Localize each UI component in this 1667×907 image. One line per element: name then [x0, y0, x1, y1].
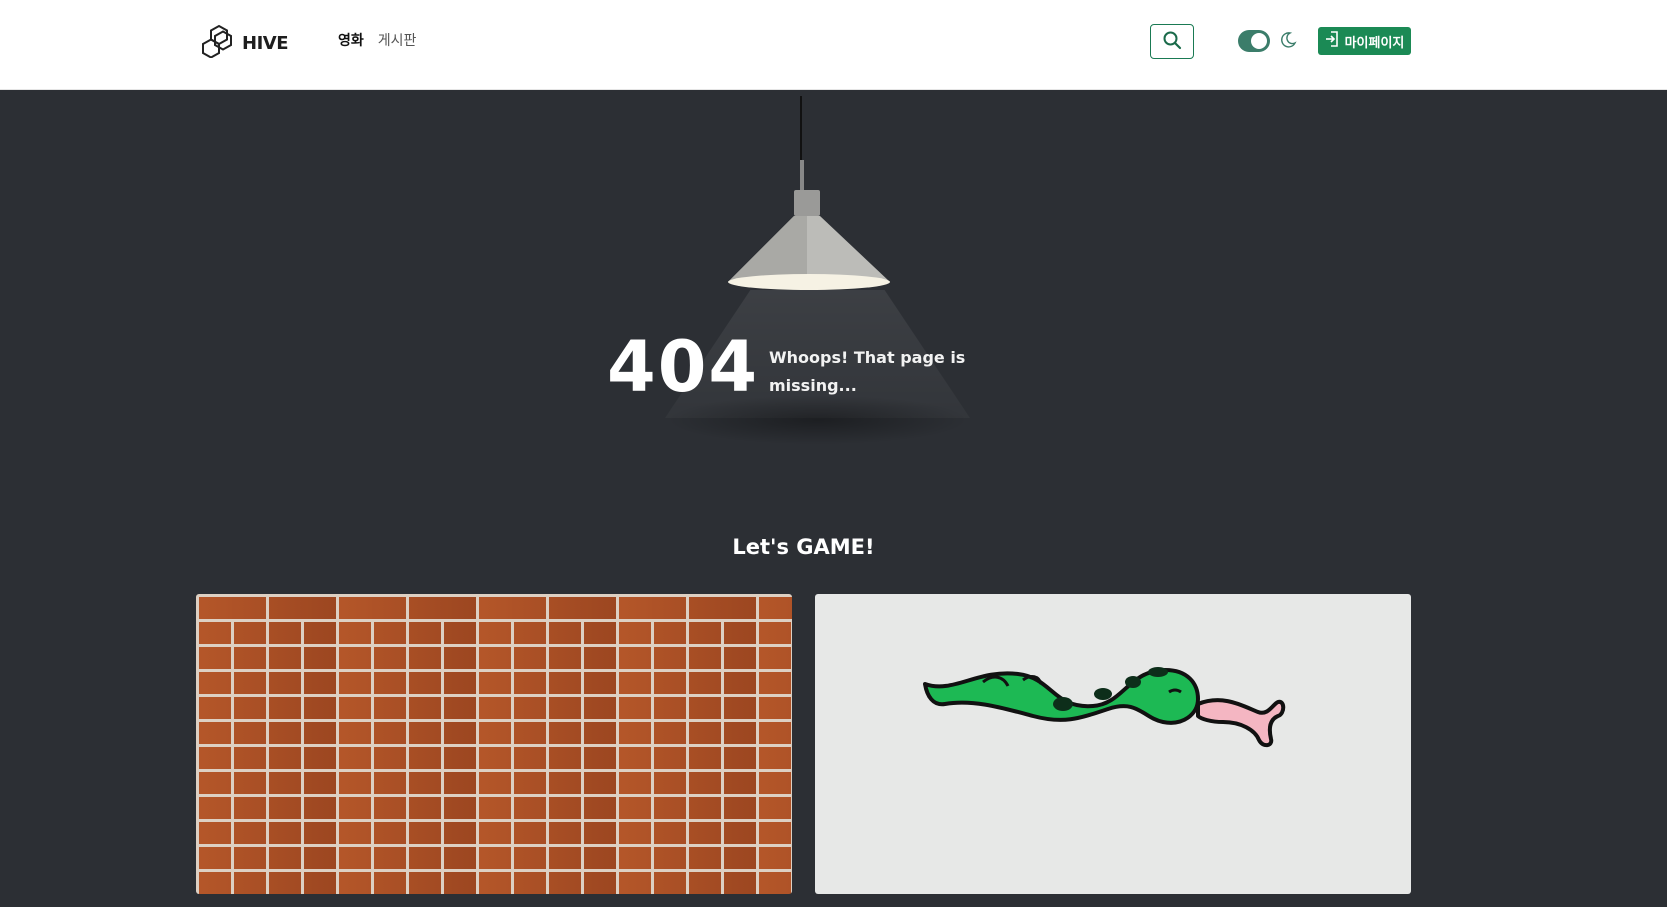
logo-text: HIVE [242, 32, 289, 54]
main-nav: 영화 게시판 [338, 30, 416, 50]
login-icon [1325, 31, 1339, 51]
brick-game-card[interactable] [196, 594, 792, 894]
moon-icon [1279, 31, 1297, 49]
error-code: 404 [607, 326, 760, 408]
brick-texture [196, 619, 792, 894]
logo[interactable]: HIVE [201, 24, 289, 62]
nav-item-board[interactable]: 게시판 [378, 30, 417, 50]
nav-item-movie[interactable]: 영화 [338, 30, 364, 50]
games-section-title: Let's GAME! [732, 535, 875, 559]
error-message: Whoops! That page is missing... [769, 348, 966, 395]
lamp-cord [800, 96, 802, 162]
search-icon [1162, 30, 1182, 54]
mypage-label: 마이페이지 [1344, 35, 1405, 51]
toggle-knob [1251, 33, 1267, 49]
mypage-button[interactable]: 마이페이지 [1318, 27, 1411, 55]
lamp-icon [726, 186, 892, 298]
theme-toggle[interactable] [1238, 30, 1270, 52]
top-navbar: HIVE 영화 게시판 마이페이지 [0, 0, 1667, 90]
snake-game-card[interactable] [815, 594, 1411, 894]
search-button[interactable] [1150, 24, 1194, 59]
hexagon-logo-icon [201, 24, 237, 62]
